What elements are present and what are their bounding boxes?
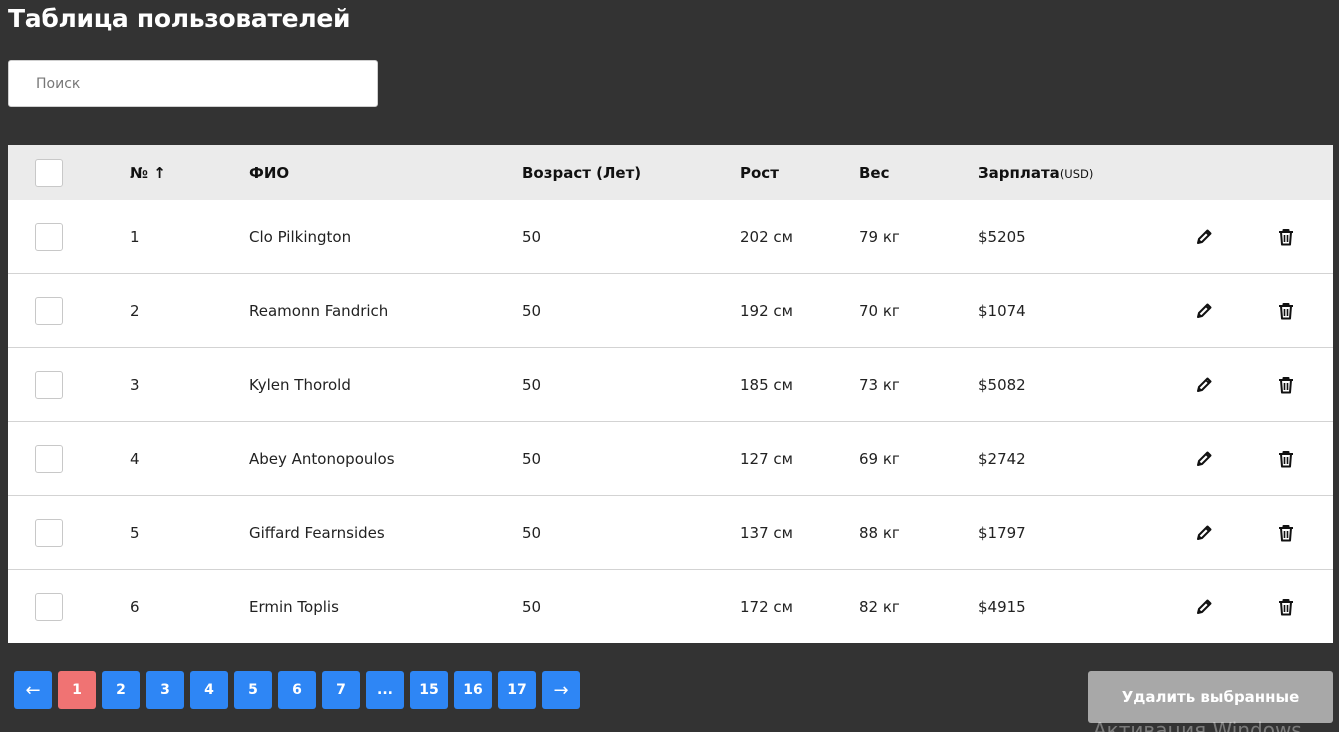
table-header: № ↑ ФИО Возраст (Лет) Рост Вес Зарплата(… xyxy=(8,145,1333,200)
page-button[interactable]: 4 xyxy=(190,671,228,709)
row-weight: 70 кг xyxy=(859,301,900,320)
row-height: 137 см xyxy=(740,523,793,542)
windows-activation-watermark: Активация Windows xyxy=(1093,718,1302,732)
table-row: 3 Kylen Thorold 50 185 см 73 кг $5082 xyxy=(8,348,1333,422)
table-body: 1 Clo Pilkington 50 202 см 79 кг $5205 2 Reamon… xyxy=(8,200,1333,643)
page-button[interactable]: 5 xyxy=(234,671,272,709)
table-row: 5 Giffard Fearnsides 50 137 см 88 кг $1797 xyxy=(8,496,1333,570)
header-age[interactable]: Возраст (Лет) xyxy=(522,164,641,182)
trash-icon[interactable] xyxy=(1276,375,1296,395)
select-all-checkbox[interactable] xyxy=(35,158,63,187)
table-row: 6 Ermin Toplis 50 172 см 82 кг $4915 xyxy=(8,570,1333,643)
trash-icon[interactable] xyxy=(1276,449,1296,469)
pencil-icon[interactable] xyxy=(1194,597,1214,617)
table-row: 2 Reamonn Fandrich 50 192 см 70 кг $1074 xyxy=(8,274,1333,348)
row-weight: 88 кг xyxy=(859,523,900,542)
row-height: 185 см xyxy=(740,375,793,394)
row-salary: $1074 xyxy=(978,301,1026,320)
search-input[interactable] xyxy=(8,60,378,107)
row-weight: 69 кг xyxy=(859,449,900,468)
next-page-button[interactable]: → xyxy=(542,671,580,709)
row-checkbox[interactable] xyxy=(35,592,63,621)
page-button[interactable]: 1 xyxy=(58,671,96,709)
row-fio: Clo Pilkington xyxy=(249,227,352,246)
pencil-icon[interactable] xyxy=(1194,375,1214,395)
trash-icon[interactable] xyxy=(1276,227,1296,247)
page-title: Таблица пользователей xyxy=(8,4,351,33)
row-salary: $5205 xyxy=(978,227,1026,246)
page-button[interactable]: 17 xyxy=(498,671,536,709)
header-salary-unit: (USD) xyxy=(1059,166,1094,181)
row-fio: Reamonn Fandrich xyxy=(249,301,389,320)
trash-icon[interactable] xyxy=(1276,523,1296,543)
page: Таблица пользователей № ↑ ФИО Возраст (Л… xyxy=(0,0,1339,732)
row-age: 50 xyxy=(522,375,542,394)
row-weight: 82 кг xyxy=(859,597,900,616)
row-fio: Giffard Fearnsides xyxy=(249,523,385,542)
page-ellipsis-button[interactable]: ... xyxy=(366,671,404,709)
row-age: 50 xyxy=(522,597,542,616)
row-height: 202 см xyxy=(740,227,793,246)
header-salary-label: Зарплата xyxy=(978,163,1060,182)
row-weight: 79 кг xyxy=(859,227,900,246)
row-fio: Kylen Thorold xyxy=(249,375,351,394)
row-num: 5 xyxy=(130,523,140,542)
row-checkbox[interactable] xyxy=(35,518,63,547)
row-fio: Ermin Toplis xyxy=(249,597,339,616)
page-button[interactable]: 7 xyxy=(322,671,360,709)
row-checkbox[interactable] xyxy=(35,370,63,399)
row-age: 50 xyxy=(522,227,542,246)
header-num[interactable]: № ↑ xyxy=(130,164,166,182)
row-checkbox[interactable] xyxy=(35,444,63,473)
row-age: 50 xyxy=(522,449,542,468)
row-num: 6 xyxy=(130,597,140,616)
row-salary: $4915 xyxy=(978,597,1026,616)
row-num: 3 xyxy=(130,375,140,394)
row-num: 2 xyxy=(130,301,140,320)
row-weight: 73 кг xyxy=(859,375,900,394)
users-table: № ↑ ФИО Возраст (Лет) Рост Вес Зарплата(… xyxy=(8,145,1333,643)
row-salary: $5082 xyxy=(978,375,1026,394)
pencil-icon[interactable] xyxy=(1194,301,1214,321)
header-weight[interactable]: Вес xyxy=(859,164,890,182)
row-checkbox[interactable] xyxy=(35,222,63,251)
row-age: 50 xyxy=(522,523,542,542)
table-row: 4 Abey Antonopoulos 50 127 см 69 кг $2742 xyxy=(8,422,1333,496)
row-salary: $2742 xyxy=(978,449,1026,468)
row-height: 127 см xyxy=(740,449,793,468)
page-button[interactable]: 3 xyxy=(146,671,184,709)
pagination: ← 1 2 3 4 5 6 7... 15 16 17 → xyxy=(14,671,580,709)
row-num: 4 xyxy=(130,449,140,468)
row-checkbox[interactable] xyxy=(35,296,63,325)
row-num: 1 xyxy=(130,227,140,246)
delete-selected-button[interactable]: Удалить выбранные xyxy=(1088,671,1333,723)
header-height[interactable]: Рост xyxy=(740,164,779,182)
header-salary[interactable]: Зарплата(USD) xyxy=(978,164,1093,182)
pencil-icon[interactable] xyxy=(1194,227,1214,247)
row-fio: Abey Antonopoulos xyxy=(249,449,395,468)
page-button[interactable]: 15 xyxy=(410,671,448,709)
pencil-icon[interactable] xyxy=(1194,449,1214,469)
page-button[interactable]: 16 xyxy=(454,671,492,709)
header-fio[interactable]: ФИО xyxy=(249,164,289,182)
trash-icon[interactable] xyxy=(1276,597,1296,617)
row-height: 172 см xyxy=(740,597,793,616)
row-salary: $1797 xyxy=(978,523,1026,542)
page-button[interactable]: 2 xyxy=(102,671,140,709)
pencil-icon[interactable] xyxy=(1194,523,1214,543)
row-age: 50 xyxy=(522,301,542,320)
table-row: 1 Clo Pilkington 50 202 см 79 кг $5205 xyxy=(8,200,1333,274)
row-height: 192 см xyxy=(740,301,793,320)
prev-page-button[interactable]: ← xyxy=(14,671,52,709)
page-button[interactable]: 6 xyxy=(278,671,316,709)
trash-icon[interactable] xyxy=(1276,301,1296,321)
